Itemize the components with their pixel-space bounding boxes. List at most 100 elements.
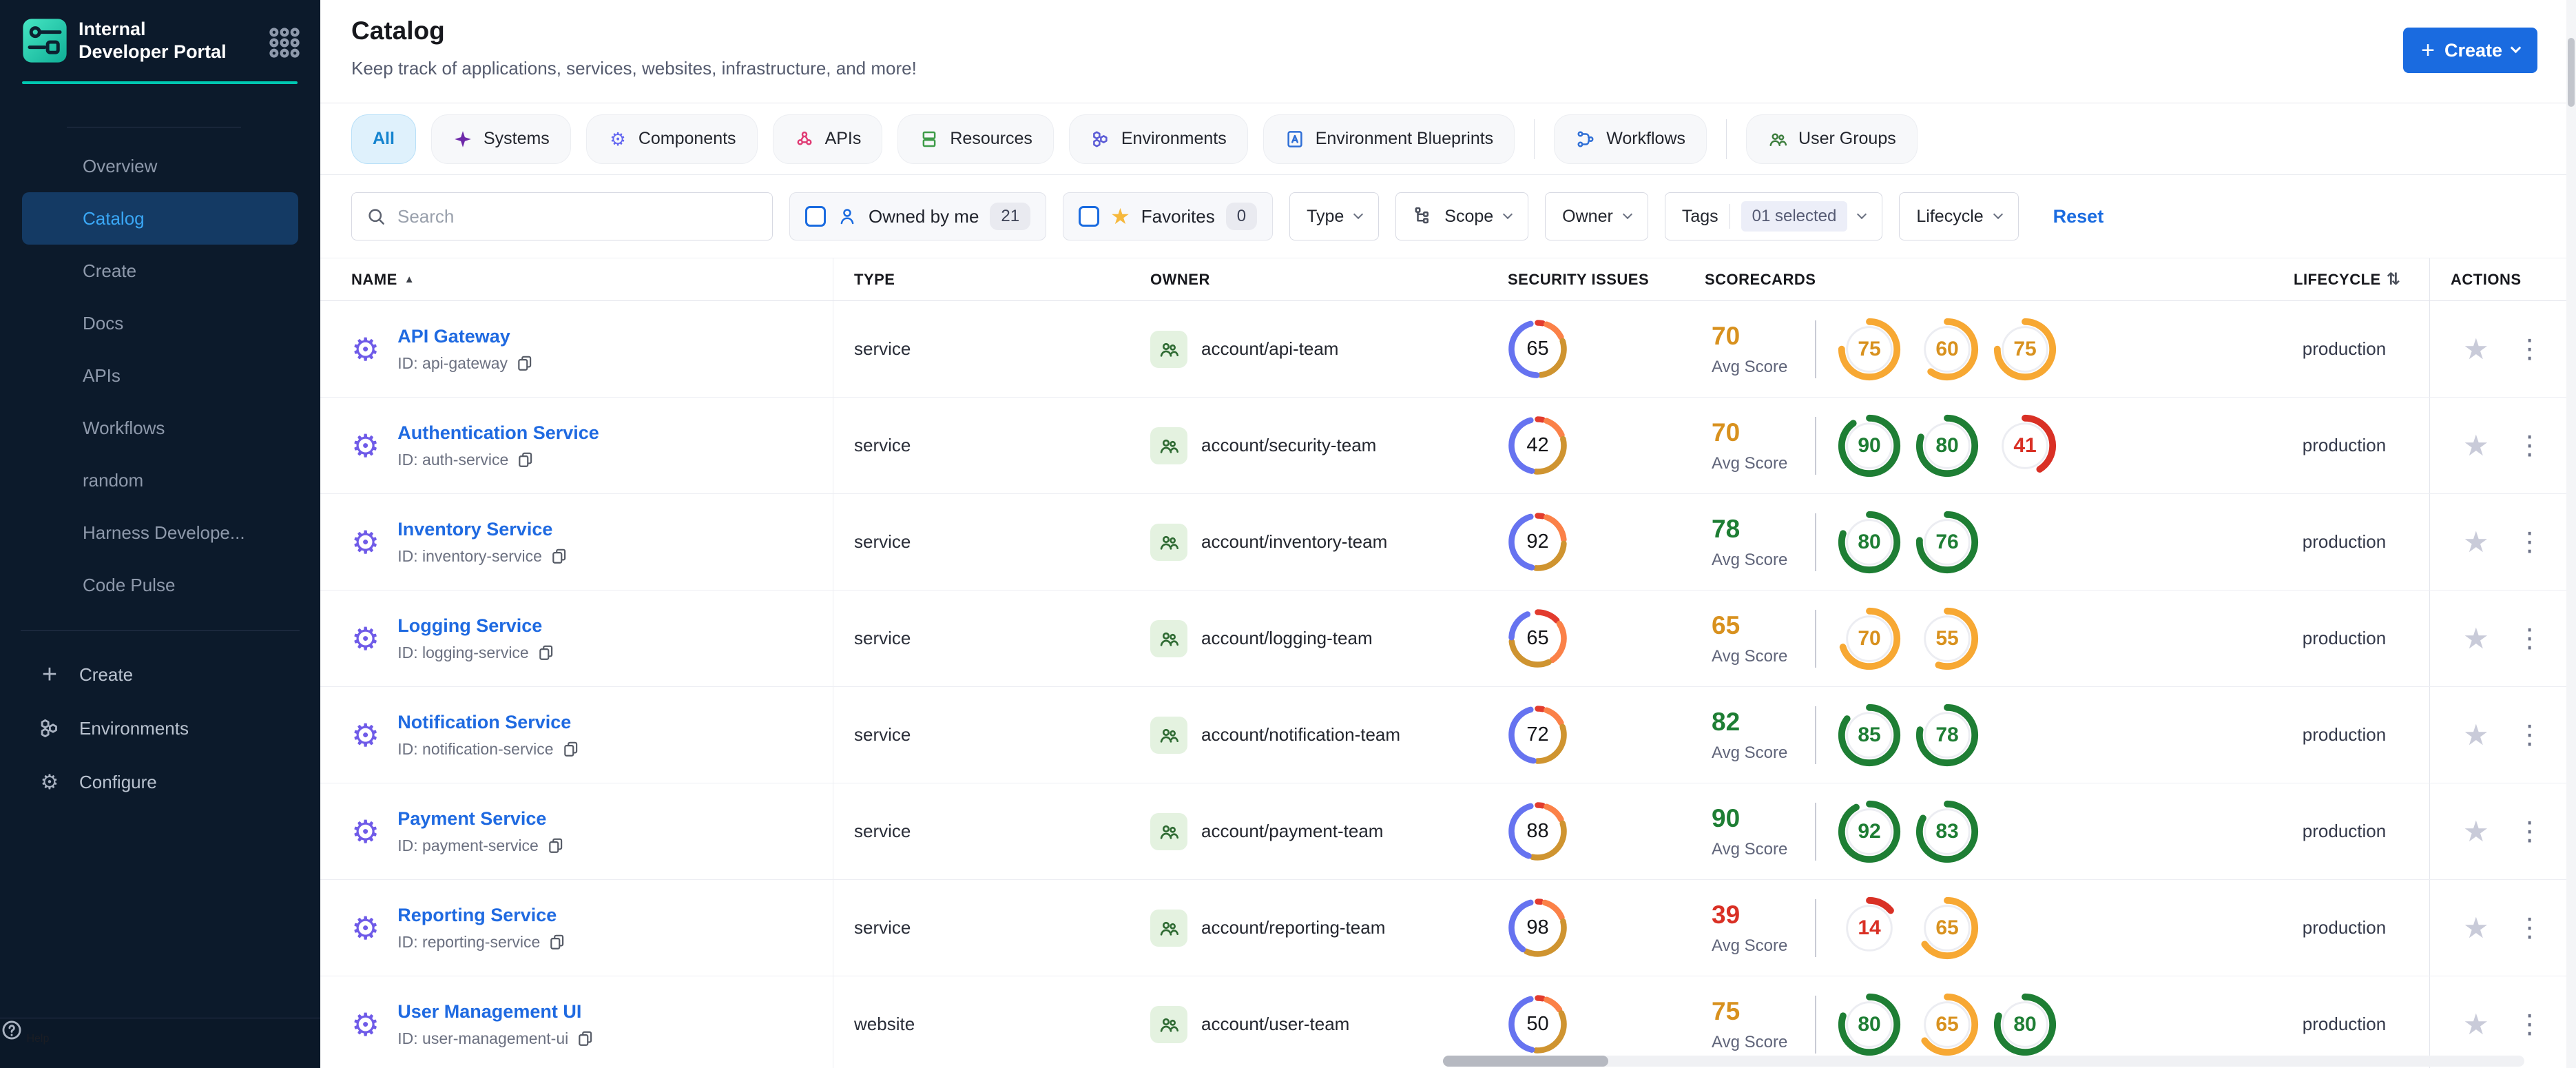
- people-icon: [1158, 821, 1180, 843]
- vertical-scrollbar-thumb[interactable]: [2568, 38, 2575, 107]
- kebab-menu-icon[interactable]: ⋮: [2517, 336, 2543, 362]
- copy-icon[interactable]: [516, 354, 534, 372]
- owner-name[interactable]: account/payment-team: [1201, 821, 1383, 842]
- copy-icon[interactable]: [517, 451, 534, 469]
- create-button[interactable]: + Create: [2403, 28, 2537, 73]
- owner-name[interactable]: account/api-team: [1201, 338, 1338, 360]
- sidebar-item-workflows[interactable]: Workflows: [22, 402, 298, 454]
- search-box[interactable]: [351, 192, 773, 240]
- copy-icon[interactable]: [562, 740, 580, 758]
- sidebar-item-overview[interactable]: Overview: [22, 140, 298, 192]
- tab-apis[interactable]: APIs: [772, 114, 883, 164]
- entity-name-link[interactable]: Reporting Service: [397, 905, 566, 926]
- copy-icon[interactable]: [537, 644, 555, 661]
- tab-workflows[interactable]: Workflows: [1554, 114, 1707, 164]
- filter-dropdown-type[interactable]: Type: [1289, 192, 1380, 240]
- hexes-icon: [38, 717, 61, 740]
- sidebar-item-environments[interactable]: Environments: [0, 701, 320, 755]
- sidebar-item-random[interactable]: random: [22, 454, 298, 506]
- avg-score-label: Avg Score: [1712, 453, 1788, 473]
- tab-components[interactable]: ⚙ Components: [585, 114, 758, 164]
- tab-resources[interactable]: Resources: [897, 114, 1054, 164]
- chevron-down-icon: [1622, 209, 1632, 219]
- entity-name-link[interactable]: Notification Service: [397, 712, 579, 733]
- reset-filters-link[interactable]: Reset: [2053, 206, 2104, 227]
- owner-name[interactable]: account/inventory-team: [1201, 531, 1387, 553]
- divider: [1815, 802, 1816, 861]
- favorites-checkbox[interactable]: [1079, 206, 1100, 227]
- copy-icon[interactable]: [550, 547, 568, 565]
- entity-type: service: [854, 628, 911, 648]
- sort-icon: ⇅: [2386, 270, 2401, 289]
- star4-icon: [453, 129, 473, 150]
- sidebar-item-harness-develope[interactable]: Harness Develope...: [22, 506, 298, 559]
- tab-systems[interactable]: Systems: [430, 114, 571, 164]
- owned-by-me-checkbox[interactable]: [805, 206, 826, 227]
- filter-dropdown-lifecycle[interactable]: Lifecycle: [1899, 192, 2019, 240]
- favorite-star-icon[interactable]: ★: [2463, 817, 2489, 846]
- favorite-star-icon[interactable]: ★: [2463, 720, 2489, 750]
- entity-name-link[interactable]: API Gateway: [397, 326, 534, 347]
- entity-name-link[interactable]: Inventory Service: [397, 519, 568, 540]
- favorite-star-icon[interactable]: ★: [2463, 527, 2489, 557]
- entity-name-link[interactable]: Payment Service: [397, 808, 565, 830]
- table-body: ⚙ API Gateway ID: api-gateway service accoun…: [320, 301, 2576, 1068]
- owned-by-me-filter[interactable]: Owned by me 21: [789, 192, 1047, 240]
- avg-score-value: 75: [1712, 996, 1741, 1025]
- sidebar-item-docs[interactable]: Docs: [22, 297, 298, 349]
- favorite-star-icon[interactable]: ★: [2463, 1009, 2489, 1039]
- copy-icon[interactable]: [577, 1029, 594, 1047]
- favorite-star-icon[interactable]: ★: [2463, 913, 2489, 943]
- favorites-filter[interactable]: ★ Favorites 0: [1063, 192, 1274, 240]
- tab-user-groups[interactable]: User Groups: [1746, 114, 1918, 164]
- kebab-menu-icon[interactable]: ⋮: [2517, 1011, 2543, 1038]
- owner-name[interactable]: account/notification-team: [1201, 724, 1400, 746]
- divider: [1815, 320, 1816, 378]
- svg-text:⚙: ⚙: [610, 129, 626, 150]
- scorecard-ring: 80: [1836, 509, 1903, 576]
- horizontal-scrollbar-thumb[interactable]: [1443, 1056, 1608, 1067]
- column-header-lifecycle[interactable]: LIFECYCLE ⇅: [2259, 258, 2429, 300]
- sidebar-item-catalog[interactable]: Catalog: [22, 192, 298, 245]
- tab-all[interactable]: All: [351, 114, 416, 164]
- favorite-star-icon[interactable]: ★: [2463, 624, 2489, 653]
- owner-name[interactable]: account/security-team: [1201, 435, 1376, 456]
- sidebar-item-label: Environments: [79, 717, 189, 739]
- tab-environments[interactable]: Environments: [1068, 114, 1248, 164]
- owner-name[interactable]: account/logging-team: [1201, 628, 1373, 649]
- tab-environment-blueprints[interactable]: Environment Blueprints: [1263, 114, 1515, 164]
- app-switcher-grid-icon[interactable]: [267, 25, 302, 61]
- vertical-scrollbar[interactable]: [2566, 0, 2576, 1068]
- kebab-menu-icon[interactable]: ⋮: [2517, 722, 2543, 748]
- sidebar-item-apis[interactable]: APIs: [22, 349, 298, 402]
- filter-dropdown-scope[interactable]: Scope: [1395, 192, 1529, 240]
- sidebar-item-configure[interactable]: ⚙ Configure: [0, 755, 320, 809]
- filter-dropdown-owner[interactable]: Owner: [1545, 192, 1648, 240]
- entity-name-link[interactable]: Logging Service: [397, 615, 554, 637]
- sidebar-item-create[interactable]: Create: [22, 245, 298, 297]
- copy-icon[interactable]: [548, 933, 566, 951]
- kebab-menu-icon[interactable]: ⋮: [2517, 529, 2543, 555]
- favorite-star-icon[interactable]: ★: [2463, 334, 2489, 364]
- horizontal-scrollbar[interactable]: [1443, 1056, 2524, 1067]
- entity-name-link[interactable]: Authentication Service: [397, 422, 599, 444]
- copy-icon[interactable]: [547, 836, 565, 854]
- kebab-menu-icon[interactable]: ⋮: [2517, 819, 2543, 845]
- search-input[interactable]: [397, 205, 758, 227]
- kebab-menu-icon[interactable]: ⋮: [2517, 915, 2543, 941]
- owner-name[interactable]: account/reporting-team: [1201, 917, 1385, 938]
- owner-name[interactable]: account/user-team: [1201, 1014, 1349, 1035]
- sidebar-item-create[interactable]: + Create: [0, 648, 320, 701]
- sidebar-item-help[interactable]: Help: [0, 1018, 320, 1068]
- sidebar: Internal Developer Portal Overview Catalo…: [0, 0, 320, 1068]
- scorecard-value: 75: [1858, 337, 1881, 360]
- sidebar-item-code-pulse[interactable]: Code Pulse: [22, 559, 298, 611]
- kebab-menu-icon[interactable]: ⋮: [2517, 433, 2543, 459]
- column-header-name[interactable]: NAME ▲: [320, 258, 833, 300]
- chevron-down-icon: [1503, 209, 1513, 219]
- filter-dropdown-tags[interactable]: Tags 01 selected: [1664, 192, 1883, 240]
- favorite-star-icon[interactable]: ★: [2463, 431, 2489, 460]
- kebab-menu-icon[interactable]: ⋮: [2517, 626, 2543, 652]
- entity-name-link[interactable]: User Management UI: [397, 1001, 594, 1023]
- scorecard-value: 76: [1935, 530, 1959, 553]
